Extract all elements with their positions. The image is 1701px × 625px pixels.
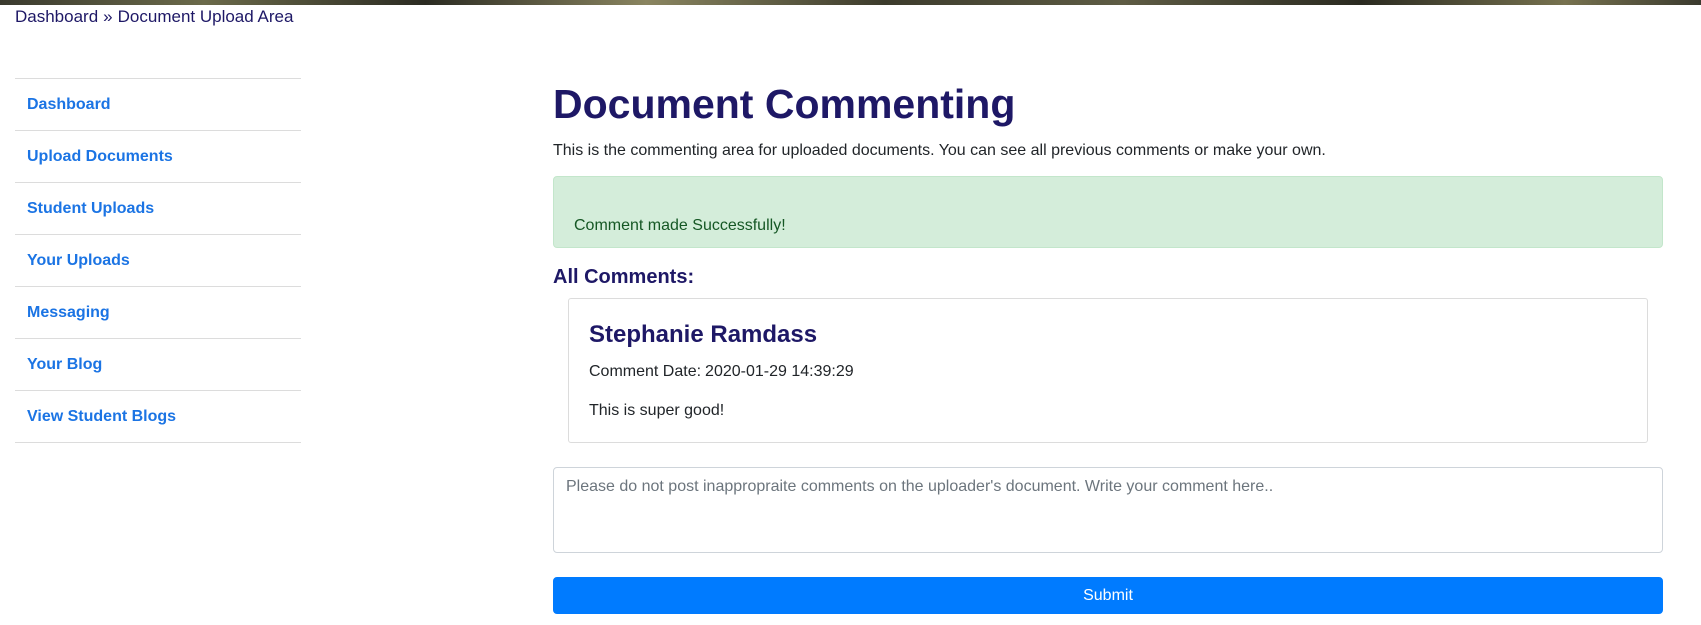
- submit-button[interactable]: Submit: [553, 577, 1663, 614]
- sidebar-item-dashboard[interactable]: Dashboard: [15, 79, 301, 131]
- comment-date-value: 2020-01-29 14:39:29: [705, 363, 854, 380]
- breadcrumb: Dashboard » Document Upload Area: [15, 7, 293, 27]
- sidebar-item-label: Your Uploads: [27, 251, 130, 269]
- sidebar-item-your-blog[interactable]: Your Blog: [15, 339, 301, 391]
- comment-text: This is super good!: [589, 402, 725, 419]
- sidebar-nav: Dashboard Upload Documents Student Uploa…: [15, 78, 301, 443]
- breadcrumb-separator: »: [103, 7, 113, 26]
- page-title: Document Commenting: [553, 81, 1016, 127]
- sidebar-item-messaging[interactable]: Messaging: [15, 287, 301, 339]
- breadcrumb-current: Document Upload Area: [117, 7, 294, 26]
- sidebar-item-upload-documents[interactable]: Upload Documents: [15, 131, 301, 183]
- sidebar-item-your-uploads[interactable]: Your Uploads: [15, 235, 301, 287]
- sidebar-item-label: View Student Blogs: [27, 407, 177, 425]
- success-alert: Comment made Successfully!: [553, 176, 1663, 248]
- comment-input[interactable]: [553, 467, 1663, 553]
- sidebar-item-view-student-blogs[interactable]: View Student Blogs: [15, 391, 301, 443]
- main-content: Document Commenting This is the commenti…: [553, 78, 1663, 614]
- breadcrumb-dashboard-link[interactable]: Dashboard: [15, 7, 98, 26]
- success-alert-text: Comment made Successfully!: [574, 217, 786, 234]
- comment-author: Stephanie Ramdass: [589, 321, 818, 348]
- sidebar-item-label: Student Uploads: [27, 199, 155, 217]
- comment-date-label: Comment Date:: [589, 363, 702, 380]
- sidebar-item-label: Your Blog: [27, 355, 103, 373]
- sidebar-item-student-uploads[interactable]: Student Uploads: [15, 183, 301, 235]
- header-banner-image: [0, 0, 1701, 5]
- intro-text: This is the commenting area for uploaded…: [553, 142, 1326, 159]
- comment-card: Stephanie Ramdass Comment Date: 2020-01-2…: [568, 298, 1648, 443]
- comments-heading: All Comments:: [553, 266, 695, 288]
- sidebar-item-label: Upload Documents: [27, 147, 173, 165]
- sidebar-item-label: Dashboard: [27, 95, 111, 113]
- sidebar-item-label: Messaging: [27, 303, 110, 321]
- comment-date: Comment Date: 2020-01-29 14:39:29: [589, 363, 1627, 381]
